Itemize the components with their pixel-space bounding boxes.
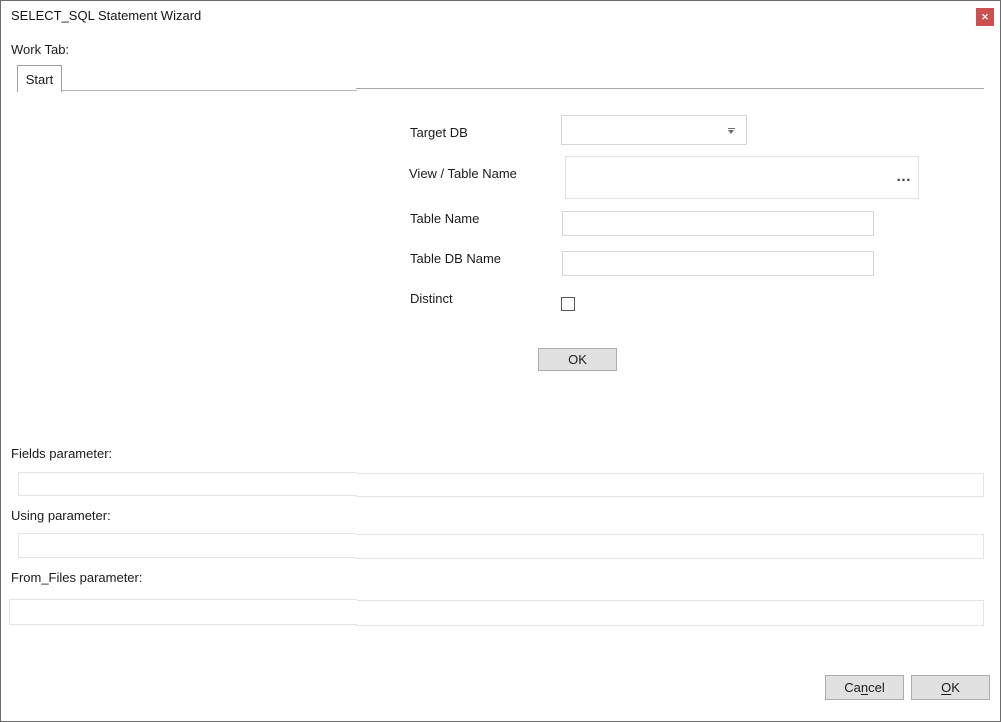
work-tab-label: Work Tab:	[11, 42, 69, 57]
ellipsis-icon: …	[896, 168, 912, 185]
using-parameter-input-left[interactable]	[18, 533, 357, 558]
page-title: SELECT_SQL Statement Wizard	[11, 8, 201, 23]
browse-button[interactable]: …	[896, 168, 912, 185]
table-db-name-input[interactable]	[562, 251, 874, 276]
fields-parameter-label: Fields parameter:	[11, 446, 112, 461]
apply-ok-button[interactable]: OK	[538, 348, 617, 371]
using-parameter-label: Using parameter:	[11, 508, 111, 523]
ok-button[interactable]: OK	[911, 675, 990, 700]
view-table-name-field: …	[565, 156, 919, 199]
from-files-parameter-input-right[interactable]	[356, 600, 984, 626]
fields-parameter-input-right[interactable]	[356, 473, 984, 497]
view-table-name-label: View / Table Name	[409, 166, 517, 181]
close-icon: ✕	[981, 12, 989, 23]
target-db-label: Target DB	[410, 125, 468, 140]
tab-strip-line-left	[17, 90, 357, 91]
cancel-button-label: Cancel	[844, 680, 884, 695]
target-db-combobox[interactable]	[561, 115, 747, 145]
from-files-parameter-label: From_Files parameter:	[11, 570, 142, 585]
view-table-name-input[interactable]	[566, 157, 908, 198]
distinct-checkbox[interactable]	[561, 297, 575, 311]
close-button[interactable]: ✕	[976, 8, 994, 26]
table-db-name-label: Table DB Name	[410, 251, 501, 266]
cancel-button[interactable]: Cancel	[825, 675, 904, 700]
wizard-window: SELECT_SQL Statement Wizard ✕ Work Tab: …	[0, 0, 1001, 722]
tab-start-label: Start	[26, 72, 53, 87]
tab-strip-line-right	[356, 88, 984, 89]
using-parameter-input-right[interactable]	[356, 534, 984, 559]
tab-start[interactable]: Start	[17, 65, 62, 92]
chevron-down-icon	[728, 128, 735, 134]
table-name-label: Table Name	[410, 211, 479, 226]
ok-button-label: OK	[941, 680, 960, 695]
table-name-input[interactable]	[562, 211, 874, 236]
distinct-label: Distinct	[410, 291, 453, 306]
apply-ok-button-label: OK	[568, 352, 587, 367]
fields-parameter-input-left[interactable]	[18, 472, 357, 496]
from-files-parameter-input-left[interactable]	[9, 599, 357, 625]
